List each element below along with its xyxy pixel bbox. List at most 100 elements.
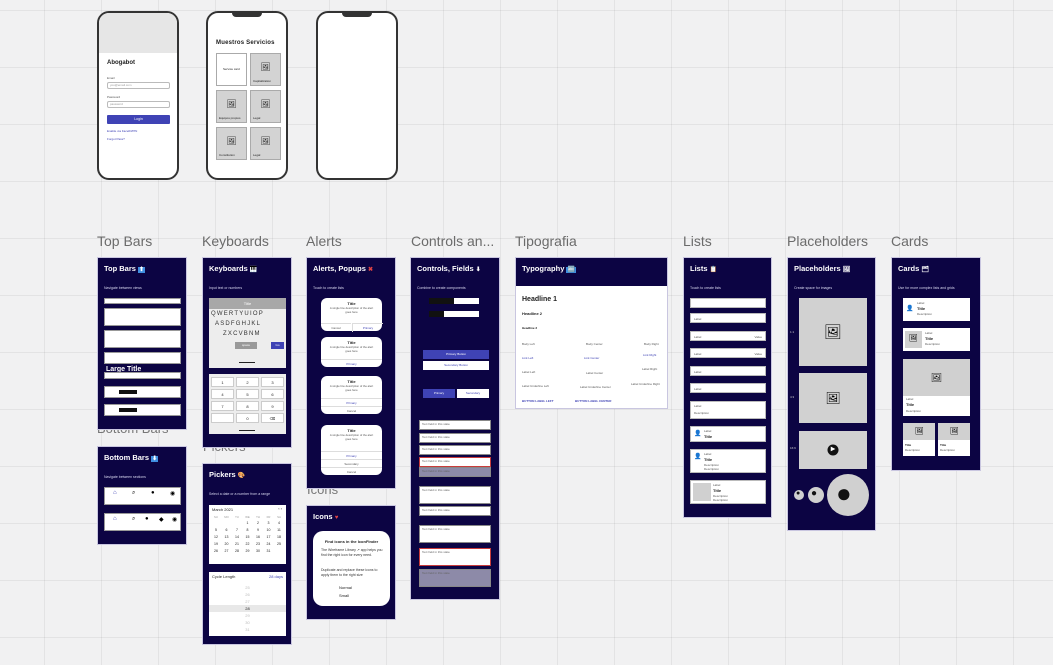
text-field[interactable]: Text field in this state <box>419 457 491 467</box>
frame-alerts[interactable]: Alerts, Popups ✖ Touch to create lists T… <box>306 257 396 489</box>
frame-top-bars[interactable]: Top Bars ⬆ Navigate between views Large … <box>97 257 187 430</box>
frame-icons[interactable]: Icons ♥ Find icons in the IconFinder The… <box>306 505 396 620</box>
service-tile[interactable]: Service card <box>216 53 247 86</box>
email-field[interactable]: you@email.com <box>107 82 170 89</box>
keyboard-alpha[interactable]: Title QWERTYUIOP ASDFGHJKL ZXCVBNM space… <box>209 298 286 368</box>
text-field[interactable]: Text field in this state <box>419 569 491 587</box>
text-field[interactable]: Text field in this state <box>419 433 491 443</box>
phone-login-screen[interactable]: Abogabot Email you@email.com Password pa… <box>97 11 179 180</box>
service-tile[interactable]: 🖼 Legal <box>250 90 281 123</box>
card-grid-item[interactable]: 🖼 Title Description <box>938 423 970 456</box>
segment-selected[interactable] <box>429 311 444 317</box>
numpad-key[interactable]: 7 <box>211 401 234 411</box>
faceid-link[interactable]: Enable via FaceID/PIN <box>107 129 137 133</box>
numpad-key[interactable]: 8 <box>236 401 259 411</box>
numpad-key[interactable]: 6 <box>261 389 284 399</box>
calendar-day[interactable]: 1 <box>243 521 253 525</box>
segmented-control[interactable] <box>104 404 181 416</box>
alert-card[interactable]: Title A single line description of the al… <box>321 298 383 332</box>
key-row-2[interactable]: ASDFGHJKL <box>215 321 261 327</box>
bottom-tab-bar[interactable]: ⌂ ⌕ ● ◆ ◉ <box>104 513 181 531</box>
calendar-day[interactable]: 6 <box>222 528 232 532</box>
text-field[interactable]: Text field in this state <box>419 525 491 543</box>
frame-cards[interactable]: Cards 🗂 Use for more complex lists and g… <box>891 257 981 471</box>
link-center[interactable]: Link Center <box>584 356 599 360</box>
user-icon[interactable]: ◉ <box>172 516 177 523</box>
wheel-option[interactable]: 26 <box>209 591 286 598</box>
section-label-controls[interactable]: Controls an... <box>411 233 494 249</box>
list-item[interactable]: 👤 Label Title Description Description <box>690 449 766 473</box>
list-row[interactable] <box>690 298 766 308</box>
calendar-day[interactable]: 16 <box>253 535 263 539</box>
numpad-key[interactable] <box>211 413 234 423</box>
calendar-day[interactable]: 12 <box>211 535 221 539</box>
calendar-day[interactable]: 22 <box>243 542 253 546</box>
calendar-day[interactable]: 31 <box>264 549 274 553</box>
calendar-day[interactable]: 5 <box>211 528 221 532</box>
section-label-cards[interactable]: Cards <box>891 233 928 249</box>
cancel-button[interactable]: Cancel <box>321 406 382 415</box>
numpad-key[interactable]: 9 <box>261 401 284 411</box>
section-label-alerts[interactable]: Alerts <box>306 233 342 249</box>
cancel-button[interactable]: Cancel <box>321 323 351 332</box>
user-icon[interactable]: ◉ <box>170 490 175 497</box>
calendar-day[interactable]: 27 <box>222 549 232 553</box>
list-item[interactable]: Label Title Description Description <box>690 480 766 504</box>
list-row[interactable]: Label <box>690 383 766 393</box>
button-label-left[interactable]: BUTTON LABEL LEFT <box>522 399 554 403</box>
numpad-key[interactable]: ⌫ <box>261 413 284 423</box>
numpad-key[interactable]: 2 <box>236 377 259 387</box>
forgot-password-link[interactable]: Forgot Pass? <box>107 137 125 141</box>
calendar-day[interactable]: 3 <box>264 521 274 525</box>
calendar-day[interactable]: 29 <box>243 549 253 553</box>
calendar-day[interactable]: 4 <box>274 521 284 525</box>
frame-bottom-bars[interactable]: Bottom Bars ⬇ Navigate between sections … <box>97 446 187 545</box>
keyboard-numeric[interactable]: 1 2 3 4 5 6 7 8 9 0 ⌫ <box>209 374 286 434</box>
calendar-month[interactable]: March 2021 <box>212 507 233 512</box>
calendar-day[interactable]: 13 <box>222 535 232 539</box>
calendar-day[interactable]: 24 <box>264 542 274 546</box>
frame-controls-fields[interactable]: Controls, Fields ⬇ Combine to create com… <box>410 257 500 600</box>
calendar-day[interactable]: 21 <box>232 542 242 546</box>
calendar-day[interactable]: 23 <box>253 542 263 546</box>
list-row[interactable]: Label Value <box>690 348 766 358</box>
list-row[interactable]: Label <box>690 366 766 376</box>
chevron-icons[interactable]: ‹ › <box>278 506 282 511</box>
bell-icon[interactable]: ◆ <box>159 516 164 523</box>
wheel-option[interactable]: 30 <box>209 619 286 626</box>
chat-icon[interactable]: ● <box>145 516 149 522</box>
list-row[interactable]: Label <box>690 313 766 323</box>
video-placeholder[interactable]: ▶ <box>799 431 867 469</box>
cancel-button[interactable]: Cancel <box>321 467 382 476</box>
frame-keyboards[interactable]: Keyboards 🎹 Input text or numbers Title … <box>202 257 292 448</box>
calendar-day[interactable]: 17 <box>264 535 274 539</box>
primary-button[interactable]: Primary Button <box>423 350 489 359</box>
primary-small-button[interactable]: Primary <box>423 389 455 398</box>
service-tile[interactable]: 🖼 Capitalization <box>250 53 281 86</box>
home-icon[interactable]: ⌂ <box>113 490 117 496</box>
text-field[interactable]: Text field in this state <box>419 486 491 504</box>
login-button[interactable]: Login <box>107 115 170 124</box>
text-field[interactable]: Text field in this state <box>419 467 491 477</box>
calendar-day[interactable]: 26 <box>211 549 221 553</box>
calendar-day[interactable]: 20 <box>222 542 232 546</box>
wheel-option[interactable]: 25 <box>209 584 286 591</box>
key-row-1[interactable]: QWERTYUIOP <box>211 311 264 317</box>
section-label-typography[interactable]: Tipografia <box>515 233 577 249</box>
frame-typography[interactable]: Typography 🔤 Headline 1 Headline 2 Headl… <box>515 257 668 409</box>
card-item[interactable]: 🖼 Label Title Description <box>903 328 970 351</box>
service-tile[interactable]: 🖼 Equipos propios <box>216 90 247 123</box>
primary-button[interactable]: Primary <box>352 323 383 332</box>
home-icon[interactable]: ⌂ <box>113 516 117 522</box>
card-large[interactable]: 🖼 Label Title Description <box>903 359 970 416</box>
secondary-button[interactable]: Secondary Button <box>423 361 489 370</box>
cycle-value[interactable]: 28 days <box>269 574 283 579</box>
segment-selected[interactable] <box>119 390 137 394</box>
bottom-tab-bar[interactable]: ⌂ ⌕ ● ◉ <box>104 487 181 505</box>
service-tile[interactable]: 🖼 Constitution <box>216 127 247 160</box>
numpad-key[interactable]: 4 <box>211 389 234 399</box>
text-field[interactable]: Text field in this state <box>419 420 491 430</box>
wheel-picker[interactable]: Cycle Length 28 days 25 26 27 28 29 30 31 <box>209 572 286 636</box>
text-field[interactable]: Text field in this state <box>419 506 491 516</box>
calendar-day[interactable]: 9 <box>253 528 263 532</box>
